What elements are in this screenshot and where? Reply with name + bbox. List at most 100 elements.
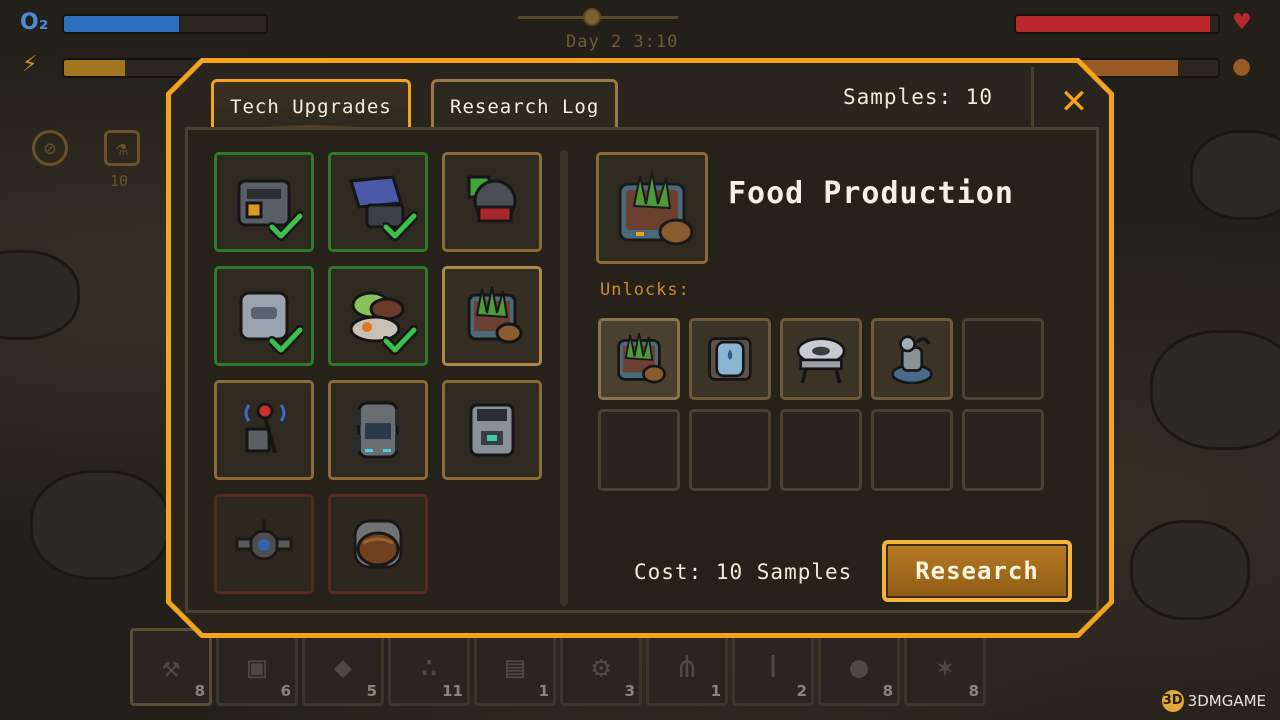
research-cost: Cost: 10 Samples xyxy=(634,560,853,584)
flask-icon[interactable]: ⚗ xyxy=(104,130,140,166)
close-separator xyxy=(1031,67,1034,131)
hotbar-quantity: 11 xyxy=(442,682,463,700)
hotbar-quantity: 1 xyxy=(538,682,549,700)
hotbar-quantity: 6 xyxy=(280,682,291,700)
health-bar xyxy=(1014,14,1220,34)
selected-tech-title: Food Production xyxy=(728,176,1014,211)
tech-item-drill-module[interactable] xyxy=(442,152,542,252)
hotbar-quantity: 2 xyxy=(796,682,807,700)
watermark-text: 3DMGAME xyxy=(1187,692,1266,710)
oxygen-label: O₂ xyxy=(20,10,49,35)
rock-icon xyxy=(0,250,80,340)
tech-item-planter[interactable] xyxy=(442,266,542,366)
ore-icon: ✶ xyxy=(935,649,955,685)
flask-count: 10 xyxy=(110,172,129,190)
hotbar-slot[interactable]: ⚙ 3 xyxy=(560,628,642,706)
hotbar-slot[interactable]: ⋔ 1 xyxy=(646,628,728,706)
rock-icon xyxy=(1150,330,1280,450)
tech-panel: Food Production Unlocks: Cost: 10 Sample… xyxy=(185,127,1099,613)
unlock-item-water-tank[interactable] xyxy=(689,318,771,400)
shovel-icon: ⚒ xyxy=(161,649,181,685)
hotbar-quantity: 8 xyxy=(882,682,893,700)
water-tank-icon xyxy=(699,328,761,390)
tech-item-food-bowl[interactable] xyxy=(328,266,428,366)
watermark: 3D 3DMGAME xyxy=(1161,690,1266,712)
metal-plate-icon: ▣ xyxy=(247,649,267,685)
close-button[interactable]: ✕ xyxy=(1059,87,1089,117)
tech-item-drone[interactable] xyxy=(214,494,314,594)
samples-counter: Samples: 10 xyxy=(843,85,994,109)
hotbar-slot[interactable]: ✶ 8 xyxy=(904,628,986,706)
hotbar-slot[interactable]: ◆ 5 xyxy=(302,628,384,706)
tech-item-rover[interactable] xyxy=(328,380,428,480)
selected-tech-icon xyxy=(596,152,708,264)
tech-item-recycler[interactable] xyxy=(442,380,542,480)
energy-icon: ⚡ xyxy=(22,52,38,77)
tech-upgrades-dialog: Tech Upgrades Research Log Samples: 10 ✕… xyxy=(166,58,1114,638)
panel-scrollbar[interactable] xyxy=(560,150,568,606)
tech-item-crate-machine[interactable] xyxy=(214,152,314,252)
energy-bar-fill xyxy=(64,60,125,76)
recycler-icon xyxy=(457,395,527,465)
i-beam-icon: Ⅰ xyxy=(768,649,778,685)
hotbar-slot[interactable]: Ⅰ2 xyxy=(732,628,814,706)
research-button[interactable]: Research xyxy=(882,540,1072,602)
hotbar-slot[interactable]: ∴ 11 xyxy=(388,628,470,706)
unlock-slot-empty xyxy=(780,409,862,491)
checkmark-icon xyxy=(269,325,303,355)
day-time-readout: Day 2 3:10 xyxy=(566,32,679,52)
planter-icon xyxy=(457,281,527,351)
grass-icon: ⋔ xyxy=(674,649,700,685)
checkmark-icon xyxy=(269,211,303,241)
drone-icon xyxy=(229,509,299,579)
rocks-icon: ◆ xyxy=(333,649,353,685)
helmet-icon xyxy=(343,509,413,579)
rock-icon xyxy=(1130,520,1250,620)
gear-icon: ⚙ xyxy=(591,649,611,685)
unlock-slot-empty xyxy=(871,409,953,491)
meat-icon: ● xyxy=(1232,54,1252,79)
unlocks-grid xyxy=(598,318,1044,491)
inventory-hotbar: ⚒ 8 ▣ 6 ◆ 5 ∴ 11 ▤ 1 ⚙ 3 ⋔ 1 Ⅰ 2 ● 8 ✶ 8 xyxy=(130,628,1010,710)
hotbar-slot[interactable]: ● 8 xyxy=(818,628,900,706)
unlocks-label: Unlocks: xyxy=(600,280,690,300)
rock-icon xyxy=(1190,130,1280,220)
drill-module-icon xyxy=(457,167,527,237)
tech-item-solar-panel[interactable] xyxy=(328,152,428,252)
unlock-item-cooking-stove[interactable] xyxy=(780,318,862,400)
unlock-slot-empty xyxy=(689,409,771,491)
gravel-icon: ∴ xyxy=(419,649,439,685)
cooking-stove-icon xyxy=(790,328,852,390)
stone-icon: ● xyxy=(849,649,869,685)
rover-icon xyxy=(343,395,413,465)
unlock-slot-empty xyxy=(598,409,680,491)
health-bar-fill xyxy=(1016,16,1210,32)
hotbar-quantity: 1 xyxy=(710,682,721,700)
compass-icon[interactable]: ⊘ xyxy=(32,130,68,166)
tab-research-log[interactable]: Research Log xyxy=(431,79,618,131)
sun-icon xyxy=(583,8,601,26)
tech-item-helmet[interactable] xyxy=(328,494,428,594)
hotbar-slot[interactable]: ▤ 1 xyxy=(474,628,556,706)
tech-item-antenna-beacon[interactable] xyxy=(214,380,314,480)
hotbar-quantity: 8 xyxy=(968,682,979,700)
checkmark-icon xyxy=(383,211,417,241)
tab-tech-upgrades[interactable]: Tech Upgrades xyxy=(211,79,411,131)
hotbar-slot[interactable]: ⚒ 8 xyxy=(130,628,212,706)
hotbar-quantity: 3 xyxy=(624,682,635,700)
tech-item-storage-box[interactable] xyxy=(214,266,314,366)
rock-icon xyxy=(30,470,170,580)
tech-grid xyxy=(214,152,542,594)
unlock-slot-empty xyxy=(962,318,1044,400)
oxygen-bar-fill xyxy=(64,16,180,32)
hotbar-quantity: 5 xyxy=(366,682,377,700)
planter-icon xyxy=(608,328,670,390)
planter-icon xyxy=(610,166,694,250)
watermark-logo-icon: 3D xyxy=(1161,690,1184,712)
unlock-item-water-dispenser[interactable] xyxy=(871,318,953,400)
checkmark-icon xyxy=(383,325,417,355)
unlock-item-planter[interactable] xyxy=(598,318,680,400)
hotbar-slot[interactable]: ▣ 6 xyxy=(216,628,298,706)
antenna-beacon-icon xyxy=(229,395,299,465)
oxygen-bar xyxy=(62,14,268,34)
